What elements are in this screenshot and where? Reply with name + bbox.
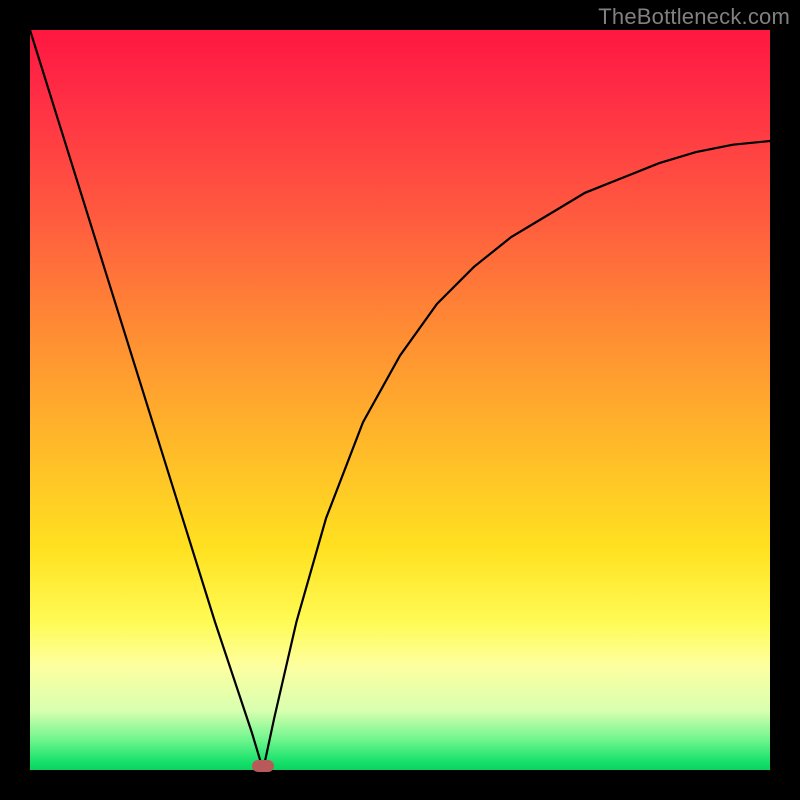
bottleneck-curve	[30, 30, 770, 770]
curve-path	[30, 30, 770, 770]
plot-area	[30, 30, 770, 770]
minimum-marker	[252, 760, 274, 772]
chart-frame: TheBottleneck.com	[0, 0, 800, 800]
watermark-text: TheBottleneck.com	[598, 4, 790, 30]
